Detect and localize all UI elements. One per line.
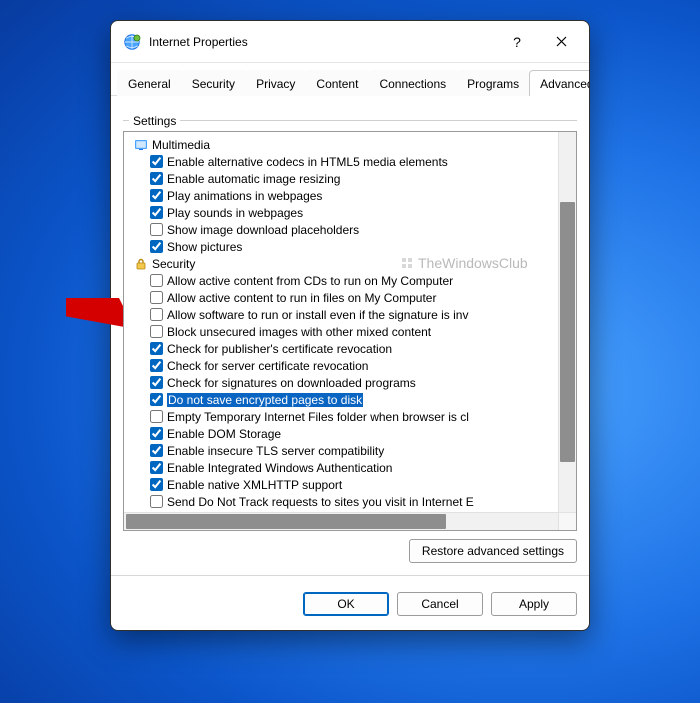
setting-checkbox[interactable] [150,342,163,355]
setting-item[interactable]: Enable Integrated Windows Authentication [128,459,576,476]
tab-connections[interactable]: Connections [368,70,457,96]
tab-content[interactable]: Content [305,70,369,96]
setting-label: Allow active content to run in files on … [167,291,436,305]
setting-item[interactable]: Enable automatic image resizing [128,170,576,187]
setting-item[interactable]: Allow active content from CDs to run on … [128,272,576,289]
tab-strip: GeneralSecurityPrivacyContentConnections… [111,63,589,96]
setting-item[interactable]: Enable native XMLHTTP support [128,476,576,493]
setting-label: Show pictures [167,240,242,254]
setting-label: Check for publisher's certificate revoca… [167,342,392,356]
setting-label: Check for signatures on downloaded progr… [167,376,416,390]
settings-groupbox-label: Settings [129,114,180,128]
setting-checkbox[interactable] [150,223,163,236]
setting-label: Enable insecure TLS server compatibility [167,444,384,458]
tab-security[interactable]: Security [181,70,246,96]
setting-item[interactable]: Check for server certificate revocation [128,357,576,374]
horizontal-scroll-thumb[interactable] [126,514,446,529]
multimedia-icon [134,138,148,152]
titlebar: Internet Properties ? [111,21,589,63]
setting-item[interactable]: Block unsecured images with other mixed … [128,323,576,340]
setting-checkbox[interactable] [150,376,163,389]
setting-item[interactable]: Play sounds in webpages [128,204,576,221]
setting-checkbox[interactable] [150,308,163,321]
horizontal-scrollbar[interactable] [124,512,559,530]
setting-item[interactable]: Send Do Not Track requests to sites you … [128,493,576,510]
tab-privacy[interactable]: Privacy [245,70,306,96]
setting-item[interactable]: Allow active content to run in files on … [128,289,576,306]
security-icon [134,257,148,271]
setting-item[interactable]: Allow software to run or install even if… [128,306,576,323]
setting-checkbox[interactable] [150,444,163,457]
setting-item[interactable]: Play animations in webpages [128,187,576,204]
setting-checkbox[interactable] [150,410,163,423]
advanced-settings-listbox[interactable]: TheWindowsClub MultimediaEnable alternat… [123,131,577,531]
setting-checkbox[interactable] [150,206,163,219]
setting-item[interactable]: Enable insecure TLS server compatibility [128,442,576,459]
setting-label: Play animations in webpages [167,189,322,203]
tab-advanced[interactable]: Advanced [529,70,590,96]
setting-label: Play sounds in webpages [167,206,303,220]
apply-button[interactable]: Apply [491,592,577,616]
category-label: Multimedia [152,138,210,152]
setting-label: Allow active content from CDs to run on … [167,274,453,288]
setting-item[interactable]: Enable DOM Storage [128,425,576,442]
setting-checkbox[interactable] [150,240,163,253]
setting-checkbox[interactable] [150,155,163,168]
setting-checkbox[interactable] [150,427,163,440]
scroll-corner [558,512,576,530]
category-multimedia: Multimedia [128,136,576,153]
setting-item[interactable]: Show pictures [128,238,576,255]
setting-label: Enable alternative codecs in HTML5 media… [167,155,448,169]
ok-button[interactable]: OK [303,592,389,616]
cancel-button[interactable]: Cancel [397,592,483,616]
setting-item[interactable]: Enable alternative codecs in HTML5 media… [128,153,576,170]
setting-label: Show image download placeholders [167,223,359,237]
setting-checkbox[interactable] [150,291,163,304]
internet-properties-dialog: Internet Properties ? GeneralSecurityPri… [110,20,590,631]
setting-checkbox[interactable] [150,478,163,491]
setting-item[interactable]: Check for signatures on downloaded progr… [128,374,576,391]
setting-label: Enable native XMLHTTP support [167,478,342,492]
setting-label: Enable automatic image resizing [167,172,340,186]
setting-label: Empty Temporary Internet Files folder wh… [167,410,469,424]
setting-checkbox[interactable] [150,189,163,202]
setting-label: Check for server certificate revocation [167,359,368,373]
tab-programs[interactable]: Programs [456,70,530,96]
restore-advanced-settings-button[interactable]: Restore advanced settings [409,539,577,563]
setting-checkbox[interactable] [150,393,163,406]
internet-options-icon [123,33,141,51]
help-button[interactable]: ? [495,27,539,57]
category-label: Security [152,257,195,271]
dialog-button-row: OK Cancel Apply [111,580,589,630]
setting-checkbox[interactable] [150,495,163,508]
tab-general[interactable]: General [117,70,182,96]
setting-label: Block unsecured images with other mixed … [167,325,431,339]
setting-label: Enable DOM Storage [167,427,281,441]
setting-item[interactable]: Empty Temporary Internet Files folder wh… [128,408,576,425]
setting-label: Enable Integrated Windows Authentication [167,461,392,475]
setting-item[interactable]: Show image download placeholders [128,221,576,238]
vertical-scroll-thumb[interactable] [560,202,575,462]
setting-checkbox[interactable] [150,274,163,287]
vertical-scrollbar[interactable] [558,132,576,513]
category-security: Security [128,255,576,272]
setting-checkbox[interactable] [150,461,163,474]
setting-label: Do not save encrypted pages to disk [167,393,363,407]
setting-item[interactable]: Check for publisher's certificate revoca… [128,340,576,357]
setting-label: Allow software to run or install even if… [167,308,468,322]
setting-checkbox[interactable] [150,359,163,372]
setting-item[interactable]: Do not save encrypted pages to disk [128,391,576,408]
close-button[interactable] [539,27,583,57]
setting-checkbox[interactable] [150,325,163,338]
setting-checkbox[interactable] [150,172,163,185]
setting-label: Send Do Not Track requests to sites you … [167,495,474,509]
window-title: Internet Properties [141,35,495,49]
